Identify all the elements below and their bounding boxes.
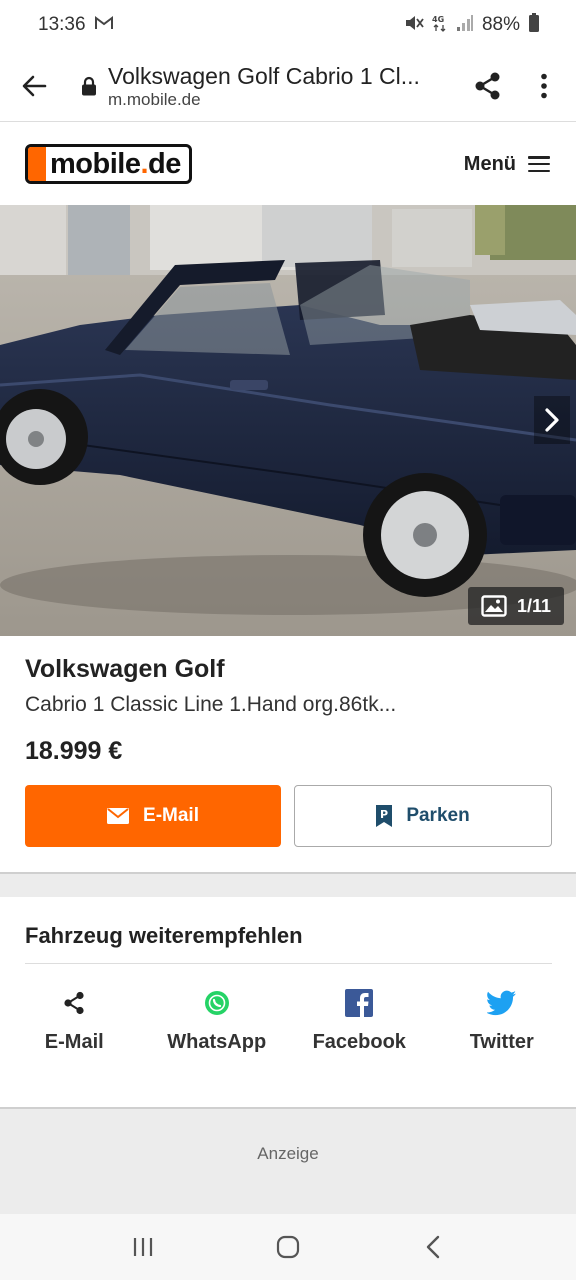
url-domain: m.mobile.de — [108, 89, 201, 109]
share-email[interactable]: E-Mail — [3, 988, 146, 1056]
share-button[interactable] — [460, 56, 516, 116]
address-bar[interactable]: Volkswagen Golf Cabrio 1 Cl... m.mobile.… — [108, 62, 460, 110]
more-vert-icon — [541, 73, 547, 98]
lock-icon[interactable] — [80, 76, 98, 96]
share-email-label: E-Mail — [44, 1031, 104, 1053]
site-header: mobile.de Menü — [0, 123, 576, 205]
listing-info: Volkswagen Golf Cabrio 1 Classic Line 1.… — [0, 636, 576, 874]
home-icon — [276, 1235, 300, 1259]
email-button[interactable]: E-Mail — [25, 785, 281, 847]
logo-orange-block — [28, 147, 46, 181]
recommend-section: Fahrzeug weiterempfehlen E-Mail WhatsApp… — [0, 897, 576, 1107]
park-button-label: Parken — [406, 805, 470, 826]
email-button-label: E-Mail — [143, 805, 199, 826]
mute-icon — [404, 14, 424, 37]
car-photo — [0, 205, 576, 636]
browser-toolbar: Volkswagen Golf Cabrio 1 Cl... m.mobile.… — [0, 50, 576, 122]
gallery-icon — [481, 595, 507, 617]
chevron-left-icon — [427, 1235, 440, 1259]
ad-area: Anzeige — [0, 1107, 576, 1214]
share-options: E-Mail WhatsApp Facebook Twitter — [0, 988, 576, 1056]
share-twitter[interactable]: Twitter — [431, 988, 574, 1056]
next-image-button[interactable] — [534, 396, 570, 444]
system-back-button[interactable] — [403, 1222, 463, 1272]
svg-text:P: P — [380, 808, 388, 821]
system-nav-bar — [0, 1214, 576, 1280]
contact-actions: E-Mail P Parken — [25, 785, 552, 847]
recommend-divider — [25, 963, 552, 964]
share-whatsapp-label: WhatsApp — [167, 1031, 267, 1053]
twitter-icon — [486, 990, 516, 1016]
ad-label: Anzeige — [257, 1144, 319, 1163]
mobile-de-logo[interactable]: mobile.de — [25, 144, 192, 184]
4g-icon: 4G — [432, 14, 448, 37]
back-arrow-icon — [22, 75, 47, 96]
share-twitter-label: Twitter — [469, 1031, 534, 1053]
more-options-button[interactable] — [516, 56, 572, 116]
park-button[interactable]: P Parken — [294, 785, 552, 847]
svg-text:4G: 4G — [432, 15, 444, 24]
vehicle-price: 18.999 € — [25, 737, 123, 765]
menu-label: Menü — [463, 152, 516, 175]
recent-apps-button[interactable] — [113, 1222, 173, 1272]
gmail-icon — [94, 15, 114, 36]
section-divider — [0, 872, 576, 897]
battery-icon — [528, 12, 540, 38]
listing-image[interactable]: 1/11 — [0, 205, 576, 636]
whatsapp-icon — [204, 991, 229, 1015]
status-time: 13:36 — [38, 14, 86, 35]
park-icon: P — [376, 805, 393, 827]
facebook-icon — [345, 989, 374, 1017]
vehicle-subtitle: Cabrio 1 Classic Line 1.Hand org.86tk... — [25, 693, 397, 716]
recommend-title: Fahrzeug weiterempfehlen — [25, 923, 303, 948]
page-title: Volkswagen Golf Cabrio 1 Cl... — [108, 62, 420, 89]
back-button[interactable] — [4, 56, 64, 116]
logo-text-tld: de — [148, 148, 181, 180]
share-facebook-label: Facebook — [312, 1031, 406, 1053]
share-facebook[interactable]: Facebook — [288, 988, 431, 1056]
share-icon — [64, 991, 84, 1015]
home-button[interactable] — [258, 1222, 318, 1272]
menu-button[interactable]: Menü — [464, 153, 550, 176]
image-counter[interactable]: 1/11 — [468, 587, 564, 625]
recent-apps-icon — [133, 1238, 152, 1256]
vehicle-title: Volkswagen Golf — [25, 655, 225, 683]
signal-icon — [456, 14, 474, 37]
share-whatsapp[interactable]: WhatsApp — [146, 988, 289, 1056]
battery-percent: 88% — [481, 14, 520, 35]
chevron-right-icon — [545, 408, 559, 432]
logo-text-main: mobile — [50, 148, 141, 180]
hamburger-icon — [528, 156, 550, 172]
image-counter-text: 1/11 — [516, 595, 552, 616]
mail-icon — [107, 808, 130, 824]
logo-dot: . — [140, 148, 149, 180]
status-bar: 13:36 4G 88% — [0, 0, 576, 50]
share-icon — [475, 72, 500, 99]
